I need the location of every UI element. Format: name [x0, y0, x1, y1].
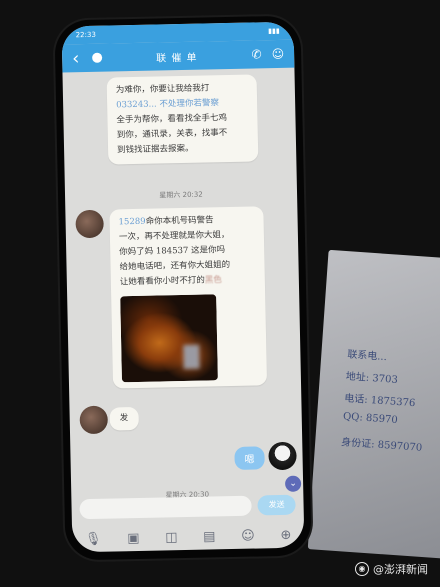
phone-number[interactable]: 15289 — [119, 217, 146, 228]
weibo-icon: ◉ — [355, 562, 369, 576]
contact-name: 联 催 单 — [156, 52, 198, 65]
chat-photo[interactable] — [120, 294, 218, 383]
plus-icon[interactable]: ⊕ — [280, 527, 291, 542]
message-input[interactable] — [79, 495, 252, 520]
phone: 22:33 ▮▮▮ ‹ 联 催 单 ✆ ☺ 为难你，你要让我给我打 033243… — [54, 15, 312, 561]
paper-line: 身份证: 8597070 — [340, 437, 423, 454]
blur-mask — [183, 344, 200, 370]
person-icon[interactable]: ☺ — [271, 47, 284, 61]
input-bar: 发送 — [71, 490, 304, 525]
paper-line: 联系电... — [346, 349, 388, 364]
paper-note: 联系电... 地址: 3703 电话: 1875376 QQ: 85970 身份… — [307, 249, 440, 561]
watermark: ◉ @澎湃新闻 — [355, 561, 428, 577]
send-button[interactable]: 发送 — [257, 494, 296, 516]
unread-badge — [92, 52, 103, 63]
phone-icon[interactable]: ✆ — [251, 47, 261, 61]
phone-screen: 22:33 ▮▮▮ ‹ 联 催 单 ✆ ☺ 为难你，你要让我给我打 033243… — [61, 21, 305, 553]
emoji-icon[interactable]: ☺ — [241, 528, 255, 543]
my-avatar[interactable] — [268, 441, 297, 471]
battery-icon: ▮▮▮ — [267, 26, 280, 36]
image-icon[interactable]: ▣ — [127, 530, 140, 545]
paper-line: 电话: 1875376 — [343, 393, 416, 410]
message-bubble: 为难你，你要让我给我打 033243... 不处理你若警察 全手为帮你，看看找全… — [106, 74, 259, 165]
avatar[interactable] — [75, 209, 104, 239]
message-bubble: 发 — [109, 406, 139, 431]
message-bubble: 15289命你本机号码警告 一次，再不处理就是你大姐， 你妈了妈 184537 … — [109, 206, 268, 389]
avatar[interactable] — [79, 405, 109, 435]
watermark-text: @澎湃新闻 — [373, 563, 428, 576]
mic-icon[interactable]: 🎙 — [85, 531, 102, 546]
timestamp: 星期六 20:32 — [159, 190, 203, 200]
paper-line: 地址: 3703 — [345, 371, 399, 386]
red-packet-icon[interactable]: ▤ — [203, 529, 216, 544]
back-arrow-icon[interactable]: ‹ — [72, 47, 90, 69]
chat-toolbar: 🎙 ▣ ◫ ▤ ☺ ⊕ — [72, 522, 304, 553]
my-message-bubble: 嗯 — [234, 446, 265, 470]
message-list[interactable]: 为难你，你要让我给我打 033243... 不处理你若警察 全手为帮你，看看找全… — [62, 68, 303, 499]
camera-icon[interactable]: ◫ — [165, 530, 178, 545]
status-time: 22:33 — [75, 30, 96, 40]
paper-line: QQ: 85970 — [342, 411, 399, 427]
